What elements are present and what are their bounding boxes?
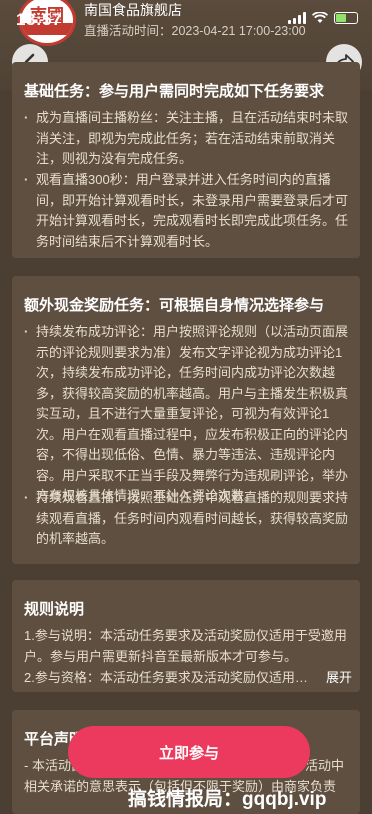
wifi-icon [312,12,328,23]
rules-title: 规则说明 [24,601,85,618]
status-bar: 南國 18:57 南国食品旗舰店 直播活动时间：2023-04-21 17:00… [0,0,372,46]
rules-para-2: 2.参与资格：本活动任务要求及活动奖励仅适用… [24,670,308,685]
basic-task-item: 成为直播间主播粉丝：关注主播，且在活动结束时未取消关注，即视为完成此任务；若在活… [24,108,354,170]
rules-para-1: 1.参与说明：本活动任务要求及活动奖励仅适用于受邀用户。参与用户需更新抖音至最新… [24,628,347,664]
status-icons [288,12,358,24]
basic-tasks-card: 基础任务：参与用户需同时完成如下任务要求 成为直播间主播粉丝：关注主播，且在活动… [12,62,360,258]
extra-tasks-card: 额外现金奖励任务：可根据自身情况选择参与 持续发布成功评论：用户按照评论规则（以… [12,276,360,564]
battery-icon [334,12,358,24]
expand-link[interactable]: 展开 [326,668,352,689]
basic-tasks-title: 基础任务：参与用户需同时完成如下任务要求 [24,83,325,100]
extra-tasks-title: 额外现金奖励任务：可根据自身情况选择参与 [24,297,325,314]
watermark: 搞钱情报局：gqqbj.vip [128,789,327,810]
page-scroll[interactable]: 南國 18:57 南国食品旗舰店 直播活动时间：2023-04-21 17:00… [0,0,372,814]
live-time: 直播活动时间：2023-04-21 17:00-23:00 [84,24,306,38]
basic-task-item: 观看直播300秒：用户登录并进入任务时间内的直播间，即开始计算观看时长，未登录用… [24,170,354,252]
join-button[interactable]: 立即参与 [68,726,310,778]
rules-card: 规则说明 1.参与说明：本活动任务要求及活动奖励仅适用于受邀用户。参与用户需更新… [12,580,360,692]
extra-task-item: 持续发布成功评论：用户按照评论规则（以活动页面展示的评论规则要求为准）发布文字评… [24,322,354,507]
extra-task-item: 持续观看直播：按照基础任务中观看直播的规则要求持续观看直播，任务时间内观看时间越… [24,488,354,550]
shop-name[interactable]: 南国食品旗舰店 [84,0,182,20]
signal-icon [288,12,306,24]
status-time: 18:57 [16,10,62,29]
